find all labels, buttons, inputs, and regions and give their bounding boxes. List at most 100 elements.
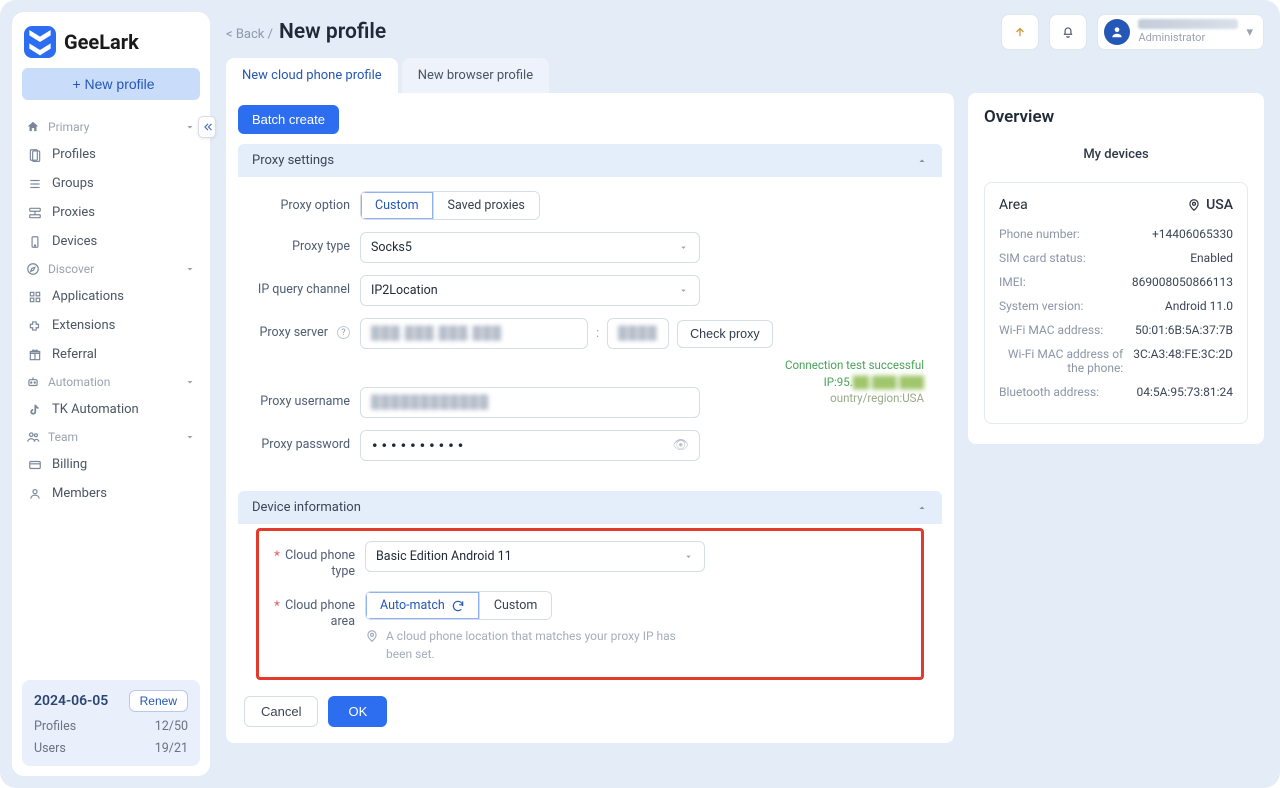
chevron-down-icon <box>683 551 694 562</box>
ok-button[interactable]: OK <box>328 696 387 727</box>
compass-icon <box>26 262 40 276</box>
tab-cloud-phone[interactable]: New cloud phone profile <box>226 58 398 93</box>
device-property-value: Android 11.0 <box>1165 299 1233 313</box>
nav-group-discover[interactable]: Discover <box>22 256 200 282</box>
puzzle-icon <box>28 319 42 333</box>
robot-icon <box>26 375 40 389</box>
device-property-row: SIM card status:Enabled <box>999 251 1233 265</box>
chevron-down-icon <box>184 263 196 275</box>
sidebar-item-profiles[interactable]: Profiles <box>22 140 200 169</box>
chevron-down-icon: ▾ <box>1246 25 1253 40</box>
devices-icon <box>28 235 42 249</box>
check-proxy-button[interactable]: Check proxy <box>677 320 772 348</box>
new-profile-button[interactable]: + New profile <box>22 68 200 100</box>
highlight-box: Cloud phone type Basic Edition Android 1… <box>256 528 924 680</box>
sidebar-item-tk-automation[interactable]: TK Automation <box>22 395 200 424</box>
refresh-icon <box>451 599 465 613</box>
back-link[interactable]: < Back / <box>226 27 273 42</box>
device-info-card: Area USA Phone number:+14406065330SIM ca… <box>984 182 1248 424</box>
form-panel: Batch create Proxy settings Proxy option… <box>226 93 954 743</box>
device-property-label: Wi-Fi MAC address: <box>999 323 1103 337</box>
batch-create-button[interactable]: Batch create <box>238 105 339 134</box>
location-icon <box>365 629 379 643</box>
overview-title: Overview <box>984 107 1248 127</box>
user-menu[interactable]: Administrator ▾ <box>1097 14 1264 50</box>
device-area-value: USA <box>1206 197 1233 213</box>
user-icon <box>28 487 42 501</box>
chevron-down-icon <box>184 431 196 443</box>
sidebar: GeeLark + New profile Primary Profiles G… <box>12 12 210 776</box>
apps-icon <box>28 290 42 304</box>
nav-group-team[interactable]: Team <box>22 424 200 450</box>
nav-group-automation[interactable]: Automation <box>22 369 200 395</box>
card-icon <box>28 458 42 472</box>
chevron-down-icon <box>184 121 196 133</box>
area-auto-match[interactable]: Auto-match <box>366 592 479 619</box>
sidebar-item-devices[interactable]: Devices <box>22 227 200 256</box>
proxy-port-input[interactable]: ████ <box>607 318 669 349</box>
chevron-up-icon <box>916 502 928 514</box>
list-icon <box>28 177 42 191</box>
device-property-value: 50:01:6B:5A:37:7B <box>1135 323 1233 337</box>
cloud-phone-type-select[interactable]: Basic Edition Android 11 <box>365 541 705 572</box>
device-property-row: Wi-Fi MAC address: 50:01:6B:5A:37:7B <box>999 323 1233 337</box>
quota-users-value: 19/21 <box>155 741 188 756</box>
my-devices-tab[interactable]: My devices <box>1081 141 1150 168</box>
chevron-down-icon <box>678 285 689 296</box>
notifications-button[interactable] <box>1049 14 1087 50</box>
label-cloud-phone-type: Cloud phone type <box>261 541 355 579</box>
label-ip-query: IP query channel <box>256 275 350 297</box>
proxy-option-custom[interactable]: Custom <box>361 192 433 219</box>
proxy-password-input[interactable]: •••••••••• 👁 <box>360 430 700 461</box>
label-proxy-username: Proxy username <box>256 387 350 409</box>
section-proxy-header[interactable]: Proxy settings <box>238 144 942 177</box>
ip-query-select[interactable]: IP2Location <box>360 275 700 306</box>
sidebar-item-groups[interactable]: Groups <box>22 169 200 198</box>
proxy-username-input[interactable]: ████████████ <box>360 387 700 418</box>
device-property-value: 869008050866113 <box>1132 275 1233 289</box>
brand-logo: GeeLark <box>22 22 200 68</box>
avatar-icon <box>1104 19 1130 45</box>
device-property-row: Wi-Fi MAC address of the phone:3C:A3:48:… <box>999 347 1233 375</box>
cancel-button[interactable]: Cancel <box>244 696 318 727</box>
sidebar-item-applications[interactable]: Applications <box>22 282 200 311</box>
plan-expiry: 2024-06-05 <box>34 693 108 709</box>
proxy-option-saved[interactable]: Saved proxies <box>433 192 539 219</box>
label-proxy-password: Proxy password <box>256 430 350 452</box>
area-custom[interactable]: Custom <box>479 592 552 619</box>
breadcrumb: < Back / New profile <box>226 20 386 44</box>
quota-profiles-value: 12/50 <box>155 719 188 734</box>
sidebar-item-extensions[interactable]: Extensions <box>22 311 200 340</box>
quota-profiles-label: Profiles <box>34 719 76 734</box>
device-property-row: Bluetooth address:04:5A:95:73:81:24 <box>999 385 1233 399</box>
eye-icon[interactable]: 👁 <box>672 438 689 453</box>
device-property-value: 3C:A3:48:FE:3C:2D <box>1133 347 1233 375</box>
proxy-host-input[interactable]: ███.███.███.███ <box>360 318 588 349</box>
sidebar-item-billing[interactable]: Billing <box>22 450 200 479</box>
house-icon <box>26 120 40 134</box>
sidebar-item-members[interactable]: Members <box>22 479 200 508</box>
info-icon[interactable]: ? <box>337 326 350 339</box>
upload-button[interactable] <box>1001 14 1039 50</box>
device-property-label: System version: <box>999 299 1083 313</box>
proxy-type-select[interactable]: Socks5 <box>360 232 700 263</box>
sidebar-item-referral[interactable]: Referral <box>22 340 200 369</box>
label-proxy-option: Proxy option <box>256 191 350 213</box>
label-cloud-phone-area: Cloud phone area <box>261 591 355 629</box>
device-area-label: Area <box>999 197 1028 213</box>
renew-button[interactable]: Renew <box>129 690 188 712</box>
label-proxy-server: Proxy server ? <box>256 318 350 340</box>
sidebar-item-proxies[interactable]: Proxies <box>22 198 200 227</box>
tab-browser[interactable]: New browser profile <box>402 58 549 93</box>
section-device-header[interactable]: Device information <box>238 491 942 524</box>
location-icon <box>1187 198 1201 212</box>
proxies-icon <box>28 206 42 220</box>
logo-icon <box>24 26 56 58</box>
label-proxy-type: Proxy type <box>256 232 350 254</box>
nav-group-primary[interactable]: Primary <box>22 114 200 140</box>
gift-icon <box>28 348 42 362</box>
device-property-label: IMEI: <box>999 275 1026 289</box>
chevron-down-icon <box>184 376 196 388</box>
tiktok-icon <box>28 403 42 417</box>
sidebar-collapse-toggle[interactable] <box>198 116 216 138</box>
